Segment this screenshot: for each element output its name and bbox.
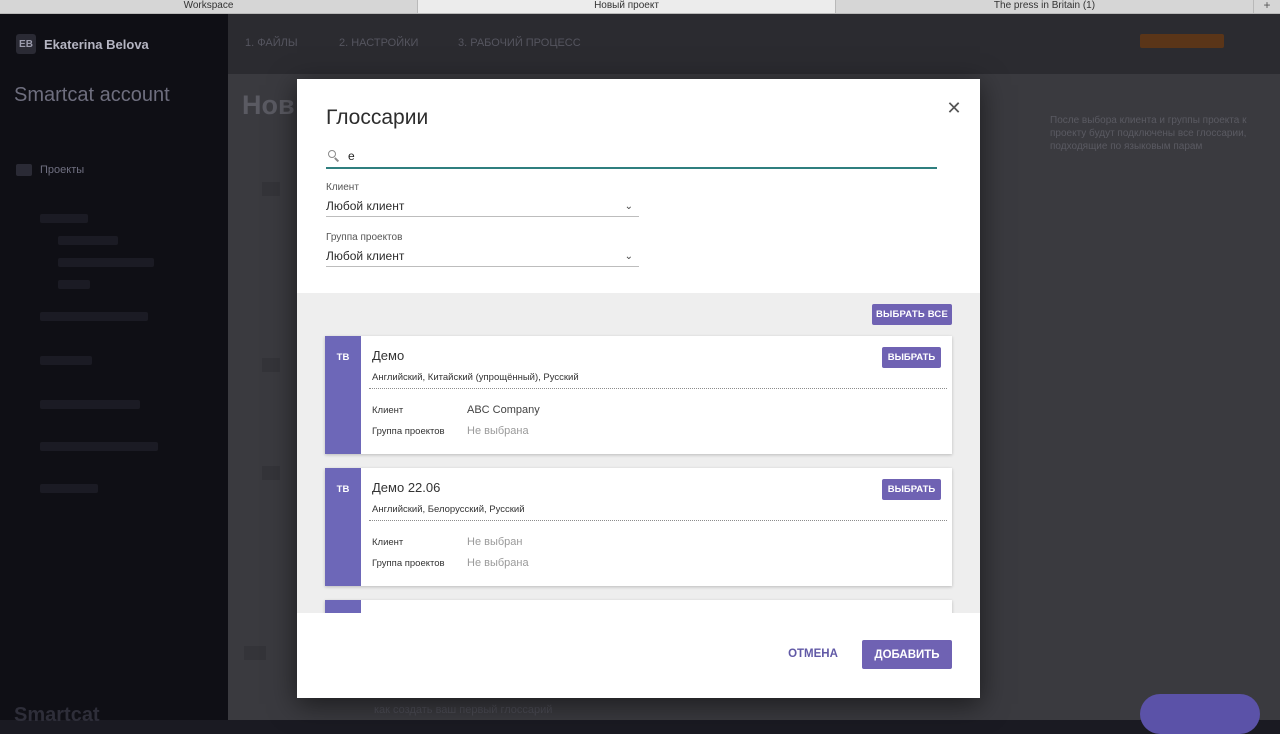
help-link[interactable]: как создать ваш первый глоссарий [374,704,552,716]
sidebar-item-placeholder [40,442,158,451]
folder-icon [262,182,280,196]
group-value: Не выбрана [467,557,529,569]
sidebar-item-placeholder [58,258,154,267]
group-select[interactable]: Любой клиент ⌄ [326,246,639,267]
search-icon [326,146,348,166]
group-select-value: Любой клиент [326,249,405,263]
group-value: Не выбрана [467,425,529,437]
sidebar: EB Ekaterina Belova Smartcat account Про… [0,14,228,726]
glossary-type-tag [325,600,361,613]
pencil-icon [262,358,280,372]
group-filter-label: Группа проектов [326,232,403,243]
glossary-card: TB Демо 22.06 Английский, Белорусский, Р… [325,468,952,586]
chat-widget-button[interactable] [1140,694,1260,734]
sidebar-item-placeholder [40,400,140,409]
browser-tab-strip: Workspace Новый проект The press in Brit… [0,0,1280,14]
client-label: Клиент [372,537,404,548]
client-label: Клиент [372,405,404,416]
sidebar-item-placeholder [58,236,118,245]
glossary-languages: Английский, Китайский (упрощённый), Русс… [372,372,579,383]
browser-tab-press[interactable]: The press in Britain (1) [836,0,1254,13]
create-project-button[interactable] [1140,34,1224,48]
folder-icon [16,164,32,176]
dialog-footer: ОТМЕНА ДОБАВИТЬ [297,613,980,698]
sidebar-item-placeholder [40,214,88,223]
brand-logo: Smartcat [14,704,100,726]
sidebar-item-projects[interactable]: Проекты [16,164,84,176]
chevron-down-icon: ⌄ [624,250,633,262]
client-value: ABC Company [467,404,540,416]
user-name: Ekaterina Belova [44,36,149,52]
chevron-down-icon: ⌄ [624,200,633,212]
browser-tab-new-project[interactable]: Новый проект [418,0,836,13]
search-field [326,145,937,169]
select-all-button[interactable]: ВЫБРАТЬ ВСЕ [872,304,952,325]
sidebar-item-placeholder [58,280,90,289]
search-input[interactable] [348,149,908,163]
browser-tab-workspace[interactable]: Workspace [0,0,418,13]
avatar: EB [16,34,36,54]
glossary-hint: После выбора клиента и группы проекта к … [1050,115,1247,152]
glossary-title: Демо 22.06 [372,480,441,495]
sidebar-item-placeholder [40,484,98,493]
client-filter-label: Клиент [326,182,359,193]
dialog-title: Глоссарии [326,106,429,129]
client-filter: Клиент Любой клиент ⌄ [326,182,639,217]
glossary-title: Демо [372,348,405,363]
glossary-languages: Английский, Белорусский, Русский [372,504,525,515]
glossary-type-tag: TB [325,336,361,454]
sidebar-item-placeholder [40,312,148,321]
page-title: Нов [242,90,295,120]
add-button[interactable]: ДОБАВИТЬ [862,640,952,669]
sidebar-item-placeholder [40,356,92,365]
close-icon[interactable]: ✕ [942,96,966,120]
glossary-card: TB Демо Английский, Китайский (упрощённы… [325,336,952,454]
step-files[interactable]: 1. ФАЙЛЫ [245,37,298,49]
client-select[interactable]: Любой клиент ⌄ [326,196,639,217]
group-label: Группа проектов [372,558,445,569]
divider [369,388,947,389]
step-settings[interactable]: 2. НАСТРОЙКИ [339,37,418,49]
glossary-card-partial [325,600,952,613]
group-filter: Группа проектов Любой клиент ⌄ [326,232,639,267]
divider [369,520,947,521]
glossary-results-list[interactable]: ВЫБРАТЬ ВСЕ TB Демо Английский, Китайски… [297,293,980,613]
account-name: Smartcat account [14,84,170,106]
client-value: Не выбран [467,536,523,548]
select-glossary-button[interactable]: ВЫБРАТЬ [882,347,941,368]
user-menu[interactable]: EB Ekaterina Belova [16,34,149,54]
cancel-button[interactable]: ОТМЕНА [779,641,847,667]
new-tab-button[interactable]: + [1254,0,1280,13]
group-label: Группа проектов [372,426,445,437]
glossary-dialog: Глоссарии ✕ Клиент Любой клиент ⌄ Группа… [297,79,980,698]
glossary-icon [244,646,266,660]
client-select-value: Любой клиент [326,199,405,213]
steps-nav: 1. ФАЙЛЫ 2. НАСТРОЙКИ 3. РАБОЧИЙ ПРОЦЕСС [228,14,1280,74]
translate-icon [262,466,280,480]
select-glossary-button[interactable]: ВЫБРАТЬ [882,479,941,500]
sidebar-item-label: Проекты [40,164,85,176]
step-workflow[interactable]: 3. РАБОЧИЙ ПРОЦЕСС [458,37,581,49]
glossary-type-tag: TB [325,468,361,586]
